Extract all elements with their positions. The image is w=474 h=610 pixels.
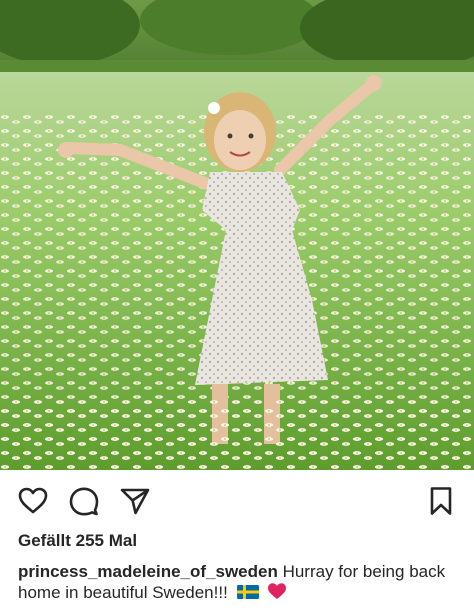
comment-bubble-icon[interactable] [68, 485, 100, 517]
likes-count[interactable]: Gefällt 255 Mal [18, 531, 137, 551]
heart-outline-icon[interactable] [17, 485, 49, 517]
post-action-bar [0, 470, 474, 530]
post-caption: princess_madeleine_of_sweden Hurray for … [18, 561, 458, 603]
post-image [0, 0, 474, 470]
post-photo[interactable] [0, 0, 474, 470]
red-heart-icon [268, 583, 287, 599]
paper-plane-icon[interactable] [119, 485, 151, 517]
caption-username[interactable]: princess_madeleine_of_sweden [18, 562, 278, 581]
sweden-flag-icon [236, 585, 259, 599]
bookmark-icon[interactable] [425, 485, 457, 517]
